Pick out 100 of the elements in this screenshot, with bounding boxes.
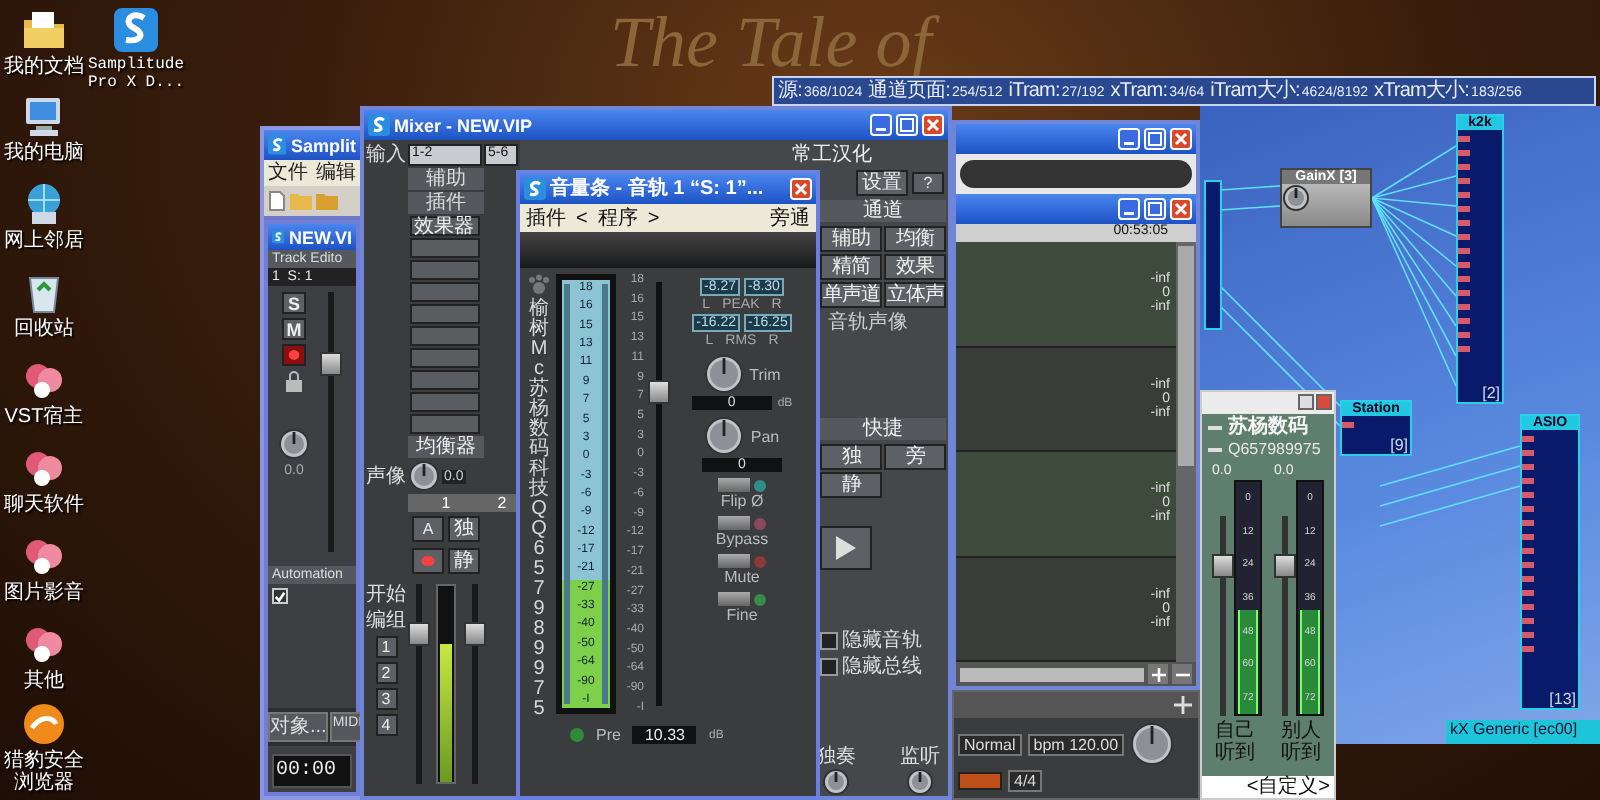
- record-button[interactable]: [412, 548, 444, 574]
- insert-slot[interactable]: [410, 260, 480, 280]
- switch-button[interactable]: [718, 478, 750, 492]
- gain-knob[interactable]: [1282, 184, 1310, 212]
- show-checkbox[interactable]: [272, 588, 288, 604]
- pan-knob[interactable]: [408, 460, 440, 492]
- insert-slot[interactable]: [410, 370, 480, 390]
- switch-button[interactable]: [718, 592, 750, 606]
- settings-button[interactable]: 设置: [856, 170, 908, 196]
- close-icon: [1174, 132, 1188, 146]
- solo-button[interactable]: 独: [448, 516, 480, 542]
- folder-icon[interactable]: [20, 6, 68, 54]
- minimize-button[interactable]: [1298, 394, 1314, 410]
- section-header: 通道: [820, 200, 946, 222]
- window-title: Mixer - NEW.VIP: [394, 115, 535, 135]
- menu-item[interactable]: 编辑: [316, 162, 356, 184]
- tab[interactable]: 对象...: [268, 712, 329, 742]
- knob[interactable]: [704, 416, 745, 456]
- fader-thumb[interactable]: [1212, 554, 1234, 578]
- menu-item[interactable]: 程序: [597, 207, 638, 229]
- group-button[interactable]: 1: [375, 636, 397, 658]
- device-label: kX Generic [ec00]: [1446, 720, 1600, 744]
- routing-button[interactable]: 立体声: [884, 282, 946, 308]
- close-icon: [926, 118, 940, 132]
- fader-thumb[interactable]: [408, 622, 430, 646]
- play-button[interactable]: [820, 526, 872, 570]
- toggle-button[interactable]: 旁: [884, 444, 946, 470]
- zoom-out-button[interactable]: [1172, 664, 1192, 684]
- insert-slot[interactable]: [410, 238, 480, 258]
- menu-item[interactable]: >: [647, 207, 660, 229]
- pan-knob[interactable]: [278, 428, 310, 460]
- menu-item[interactable]: 插件: [526, 207, 566, 229]
- mute-button[interactable]: 静: [448, 548, 480, 574]
- localization-label: 常工汉化: [792, 144, 872, 166]
- toggle-button[interactable]: 静: [820, 472, 882, 498]
- switch-button[interactable]: [717, 516, 750, 530]
- help-button[interactable]: ?: [912, 172, 944, 194]
- group-button[interactable]: 4: [375, 714, 397, 736]
- switch-button[interactable]: [718, 554, 750, 568]
- mode-dropdown[interactable]: Normal: [958, 733, 1022, 755]
- maximize-button[interactable]: [1144, 128, 1166, 150]
- maximize-button[interactable]: [1144, 198, 1166, 220]
- close-icon: [1174, 202, 1188, 216]
- browser-icon[interactable]: [20, 700, 68, 748]
- new-file-icon[interactable]: [268, 190, 286, 212]
- knob-label: 监听: [900, 746, 940, 768]
- knob-label: Pan: [750, 427, 780, 445]
- insert-slot[interactable]: [410, 304, 480, 324]
- preset-dropdown[interactable]: <自定义>: [1202, 776, 1334, 798]
- checkbox[interactable]: [820, 658, 838, 676]
- tempo-knob[interactable]: [1130, 722, 1175, 766]
- mute-button[interactable]: M: [282, 318, 306, 340]
- checkbox-label: 隐藏音轨: [842, 630, 922, 652]
- play-icon: [836, 536, 856, 560]
- icon-label: 猎豹安全浏览器: [2, 750, 86, 794]
- tempo-dropdown[interactable]: bpm 120.00: [1027, 733, 1125, 755]
- insert-slot[interactable]: [410, 348, 480, 368]
- insert-slot[interactable]: [410, 326, 480, 346]
- app-icon[interactable]: [112, 6, 160, 54]
- insert-slot[interactable]: [410, 282, 480, 302]
- record-button[interactable]: [282, 344, 306, 366]
- lock-icon[interactable]: [284, 370, 304, 392]
- bypass-button[interactable]: 旁通: [770, 207, 810, 229]
- icon-label: 聊天软件: [2, 494, 86, 516]
- menu-item[interactable]: <: [576, 207, 588, 229]
- fader-thumb[interactable]: [464, 622, 486, 646]
- insert-slot[interactable]: [410, 392, 480, 412]
- status-label: xTram大小:: [1374, 78, 1470, 104]
- channel-label: 别人听到: [1279, 720, 1323, 764]
- insert-slot[interactable]: [410, 414, 480, 434]
- add-icon[interactable]: [1174, 696, 1192, 714]
- icon-label: 图片影音: [2, 582, 86, 604]
- icon-label: 回收站: [12, 318, 76, 340]
- routing-button[interactable]: 辅助: [820, 226, 882, 252]
- maximize-button[interactable]: [896, 114, 918, 136]
- fader-thumb[interactable]: [648, 380, 670, 405]
- automation-button[interactable]: A: [412, 516, 444, 542]
- checkbox[interactable]: [820, 632, 838, 650]
- fader-thumb[interactable]: [1274, 554, 1296, 578]
- insert-slot[interactable]: 效果器: [410, 216, 480, 236]
- pan-label: 声像: [364, 465, 408, 487]
- group-button[interactable]: 2: [375, 662, 397, 684]
- group-button[interactable]: 3: [375, 688, 397, 710]
- time-signature-dropdown[interactable]: 4/4: [1008, 770, 1043, 792]
- toggle-button[interactable]: 独: [820, 444, 882, 470]
- dropdown-field[interactable]: [960, 160, 1192, 188]
- routing-button[interactable]: 单声道: [820, 282, 882, 308]
- routing-button[interactable]: 均衡: [884, 226, 946, 252]
- routing-button[interactable]: 精简: [820, 254, 882, 280]
- scrollbar[interactable]: [1176, 242, 1196, 662]
- knob[interactable]: [822, 768, 850, 796]
- scrollbar[interactable]: [956, 662, 1196, 686]
- knob[interactable]: [703, 354, 744, 394]
- knob[interactable]: [906, 768, 934, 796]
- menu-item[interactable]: 文件: [268, 162, 308, 184]
- block-number: [9]: [1388, 436, 1410, 454]
- fader-thumb[interactable]: [320, 352, 342, 377]
- routing-button[interactable]: 效果: [884, 254, 946, 280]
- solo-button[interactable]: S: [282, 292, 306, 314]
- zoom-in-button[interactable]: [1148, 664, 1168, 684]
